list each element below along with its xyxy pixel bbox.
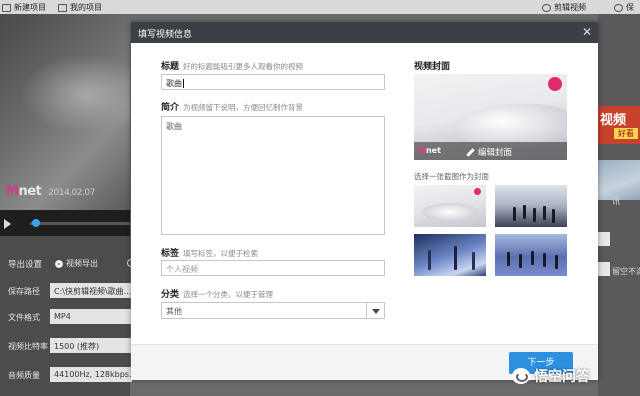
- side-text: 留空不满: [612, 267, 640, 276]
- tags-label: 标签 填写标签，以便于检索: [161, 249, 259, 259]
- category-hint: 选择一个分类，以便于管理: [183, 290, 274, 299]
- play-icon[interactable]: [4, 219, 11, 229]
- side-checkbox[interactable]: [598, 232, 610, 246]
- side-checkbox-2[interactable]: [598, 262, 610, 276]
- radio-selected-icon: [55, 259, 63, 268]
- my-projects-button[interactable]: 我的项目: [58, 2, 102, 13]
- edit-cover-label: 编辑封面: [478, 148, 513, 158]
- save-button[interactable]: 保: [614, 2, 634, 13]
- cover-preview[interactable]: Mnet 编辑封面: [414, 74, 567, 160]
- ad-thumbnail[interactable]: 视频 好看: [598, 106, 640, 144]
- new-project-label: 新建项目: [14, 3, 46, 12]
- cut-video-button[interactable]: 剪辑视频: [542, 2, 586, 13]
- audio-quality-label: 音频质量: [8, 371, 40, 380]
- bitrate-label: 视频比特率: [8, 342, 48, 351]
- tags-input[interactable]: 个人视频: [161, 260, 385, 276]
- video-info-dialog: 填写视频信息 ✕ 标题 好的标题能吸引更多人观看你的视频 歌曲 简介 为视频留下说明…: [131, 22, 598, 380]
- category-label: 分类 选择一个分类，以便于管理: [161, 290, 274, 300]
- file-format-select[interactable]: MP4: [50, 309, 132, 324]
- choose-cover-hint: 选择一张截图作为封面: [414, 172, 489, 181]
- category-select[interactable]: 其他: [161, 302, 385, 319]
- app-toolbar: 新建项目 我的项目 剪辑视频 保: [0, 0, 640, 14]
- wukong-watermark: 悟空问答: [512, 364, 636, 388]
- record-icon: [474, 188, 481, 195]
- video-date: 2014.02.07: [48, 188, 95, 198]
- timeline-track[interactable]: [30, 222, 130, 225]
- audio-quality-select[interactable]: 44100Hz, 128kbps...: [50, 367, 132, 382]
- video-export-label: 视频导出: [66, 259, 98, 268]
- new-project-icon: [2, 3, 11, 12]
- title-hint: 好的标题能吸引更多人观看你的视频: [183, 62, 304, 71]
- new-project-button[interactable]: 新建项目: [2, 2, 46, 13]
- chevron-down-icon: [366, 303, 384, 318]
- title-input[interactable]: 歌曲: [161, 74, 385, 90]
- cover-mnet-logo: Mnet: [418, 146, 441, 155]
- map-thumbnail[interactable]: [598, 160, 640, 200]
- cover-thumbnail-4[interactable]: [495, 234, 567, 276]
- timeline-knob[interactable]: [32, 219, 40, 227]
- video-preview: Mnet 2014.02.07: [0, 14, 130, 210]
- pencil-icon: [466, 147, 475, 157]
- save-path-label: 保存路径: [8, 287, 40, 296]
- close-icon[interactable]: ✕: [581, 26, 593, 38]
- edit-cover-button[interactable]: 编辑封面: [466, 146, 512, 158]
- side-text-2: 讯: [612, 197, 620, 206]
- save-label: 保: [626, 3, 634, 12]
- mnet-watermark: Mnet 2014.02.07: [6, 184, 95, 199]
- video-export-radio[interactable]: 视频导出: [55, 258, 98, 269]
- record-icon: [548, 77, 562, 91]
- dialog-title: 填写视频信息: [138, 30, 193, 40]
- category-value: 其他: [166, 307, 182, 316]
- my-projects-label: 我的项目: [70, 3, 102, 12]
- cut-video-label: 剪辑视频: [554, 3, 586, 12]
- scissors-icon: [542, 3, 551, 12]
- save-path-field[interactable]: C:\快剪辑视频\歌曲...: [50, 283, 132, 298]
- bitrate-select[interactable]: 1500 (推荐): [50, 338, 132, 353]
- description-label: 简介 为视频留下说明，方便回忆制作背景: [161, 103, 304, 113]
- player-controls: [0, 210, 130, 236]
- watermark-text: 悟空问答: [534, 369, 590, 385]
- title-label: 标题 好的标题能吸引更多人观看你的视频: [161, 62, 304, 72]
- cover-thumbnail-1[interactable]: [414, 185, 486, 227]
- dialog-header: 填写视频信息 ✕: [131, 22, 598, 43]
- description-textarea[interactable]: 歌曲: [161, 116, 385, 235]
- help-icon: [614, 3, 623, 12]
- export-settings-panel: 导出设置 视频导出 保存路径 C:\快剪辑视频\歌曲... 文件格式 MP4 视…: [0, 236, 135, 396]
- text-caret: [183, 79, 184, 88]
- wukong-logo-icon: [512, 368, 530, 384]
- tags-hint: 填写标签，以便于检索: [183, 249, 259, 258]
- cover-label: 视频封面: [414, 62, 451, 72]
- cover-thumbnail-2[interactable]: [495, 185, 567, 227]
- folder-icon: [58, 3, 67, 12]
- description-hint: 为视频留下说明，方便回忆制作背景: [183, 103, 304, 112]
- file-format-label: 文件格式: [8, 313, 40, 322]
- cover-thumbnail-3[interactable]: [414, 234, 486, 276]
- export-settings-label: 导出设置: [8, 260, 43, 270]
